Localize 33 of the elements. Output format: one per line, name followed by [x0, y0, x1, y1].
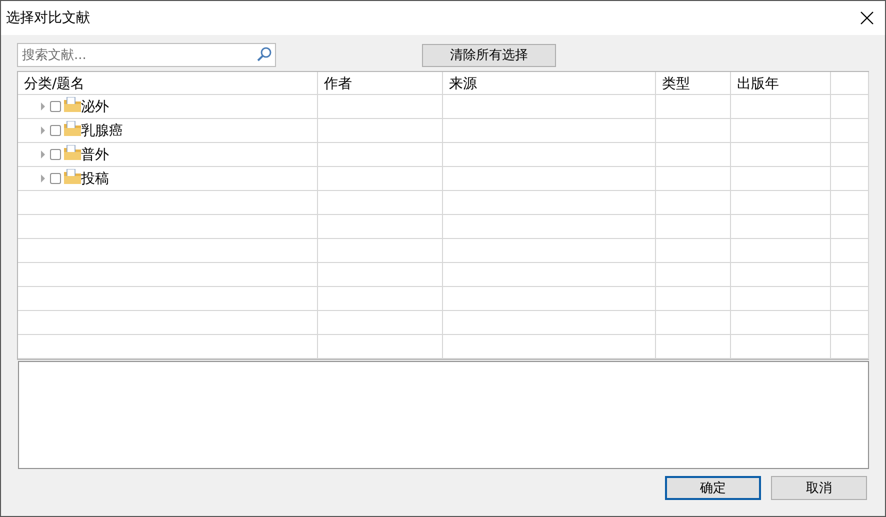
tree-item-label[interactable]: 投稿 — [81, 170, 109, 188]
table-cell — [831, 95, 869, 119]
table-cell — [831, 119, 869, 143]
table-cell — [831, 191, 869, 215]
table-cell — [831, 143, 869, 167]
caret-right-icon[interactable] — [40, 174, 46, 183]
caret-right-icon[interactable] — [40, 126, 46, 135]
column-header[interactable]: 分类/题名 — [18, 72, 318, 95]
column-header[interactable]: 类型 — [656, 72, 731, 95]
table-cell — [831, 215, 869, 239]
checkbox[interactable] — [50, 101, 61, 112]
checkbox[interactable] — [50, 173, 61, 184]
tree-item-label[interactable]: 普外 — [81, 146, 109, 164]
table-cell — [831, 311, 869, 335]
window-title: 选择对比文献 — [6, 9, 90, 27]
table-cell — [831, 335, 869, 359]
ok-button[interactable]: 确定 — [665, 476, 761, 500]
checkbox[interactable] — [50, 125, 61, 136]
table-cell — [831, 239, 869, 263]
caret-right-icon[interactable] — [40, 150, 46, 159]
table-cell — [831, 263, 869, 287]
table-cell — [831, 287, 869, 311]
column-header[interactable]: 来源 — [443, 72, 656, 95]
clear-selection-button[interactable]: 清除所有选择 — [422, 44, 556, 66]
tree-item-label[interactable]: 乳腺癌 — [81, 122, 123, 140]
checkbox[interactable] — [50, 149, 61, 160]
search-icon[interactable] — [256, 46, 273, 63]
search-field[interactable]: 搜索文献... — [17, 43, 276, 67]
column-header[interactable]: 出版年 — [731, 72, 831, 95]
cancel-button[interactable]: 取消 — [771, 476, 867, 500]
caret-right-icon[interactable] — [40, 102, 46, 111]
column-header[interactable]: 作者 — [318, 72, 443, 95]
tree-item-label[interactable]: 泌外 — [81, 98, 109, 116]
